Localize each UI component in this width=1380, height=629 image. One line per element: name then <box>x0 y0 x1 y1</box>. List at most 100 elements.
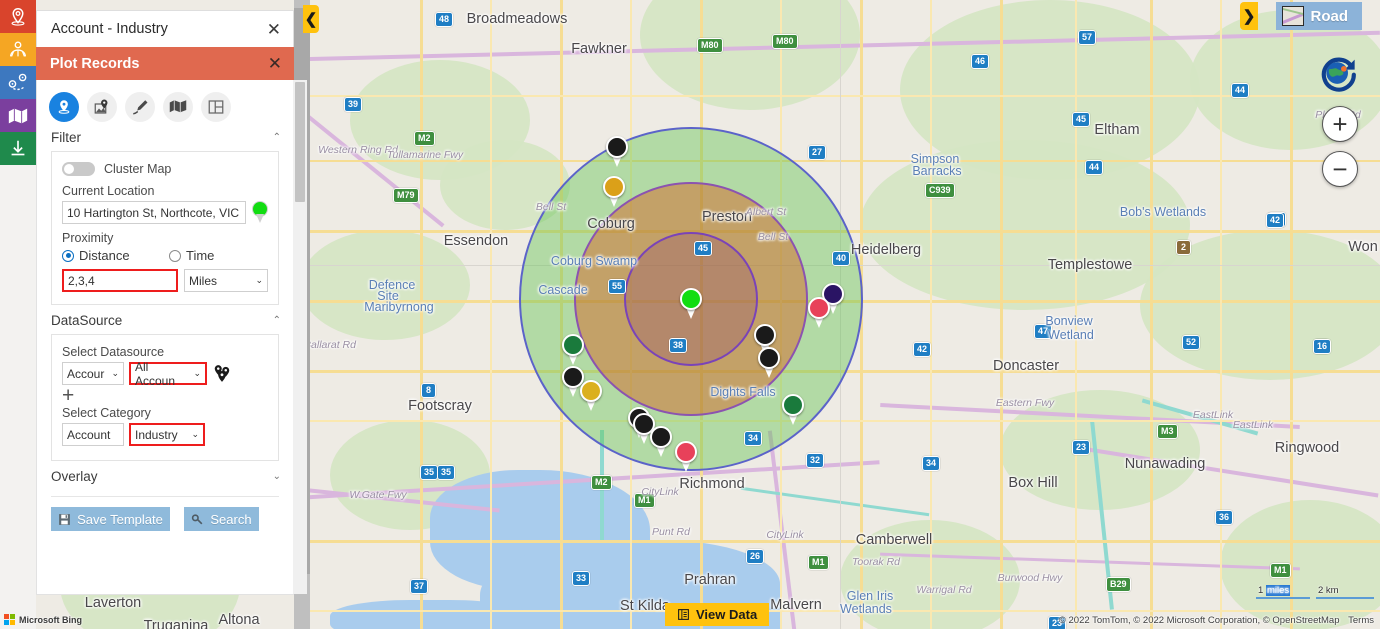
map-pin[interactable] <box>562 334 584 365</box>
datasource-section-header[interactable]: DataSource ⌃ <box>37 305 293 334</box>
sidebar-item-territory[interactable] <box>0 33 36 66</box>
radio-time[interactable]: Time <box>169 248 214 263</box>
map-type-button[interactable]: Road <box>1275 2 1362 30</box>
tab-plot-image[interactable] <box>87 92 117 122</box>
plot-records-header: Plot Records ✕ <box>36 47 294 80</box>
panel-scrollbar[interactable] <box>293 80 307 594</box>
route-shield: 45 <box>1072 112 1091 127</box>
bing-label: Microsoft Bing <box>19 614 82 625</box>
page-title: Account - Industry <box>51 21 168 37</box>
route-shield: 48 <box>435 12 454 27</box>
route-shield: 8 <box>421 383 436 398</box>
route-shield: 46 <box>971 54 990 69</box>
route-shield: 35 <box>420 465 439 480</box>
tab-plot-records[interactable] <box>49 92 79 122</box>
route-shield: 36 <box>1215 510 1234 525</box>
datasource-section-label: DataSource <box>51 313 123 328</box>
plot-records-close-icon[interactable]: ✕ <box>268 55 282 72</box>
terms-link[interactable]: Terms <box>1348 615 1374 626</box>
scale-bar: 1 miles 2 km <box>1256 585 1374 607</box>
route-shield: C939 <box>925 183 955 198</box>
overlay-section-header[interactable]: Overlay ⌄ <box>37 461 293 490</box>
current-location-row <box>62 201 268 224</box>
tab-draw[interactable] <box>125 92 155 122</box>
tab-heat-map[interactable] <box>163 92 193 122</box>
reset-view-button[interactable] <box>1318 53 1358 93</box>
select-category-label: Select Category <box>62 406 151 420</box>
view-data-label: View Data <box>696 607 758 622</box>
map-pin[interactable] <box>680 288 702 319</box>
locate-me-pin-icon[interactable] <box>252 201 268 224</box>
add-datasource-button[interactable]: + <box>62 385 268 406</box>
search-button[interactable]: Search <box>184 507 259 531</box>
chevron-down-icon: ⌄ <box>193 368 201 378</box>
save-disk-icon <box>59 513 71 525</box>
unit-select[interactable]: Miles ⌄ <box>184 269 268 292</box>
radio-time-label: Time <box>186 248 215 263</box>
expand-maptype-button[interactable]: ❯ <box>1240 2 1258 30</box>
heat-map-icon <box>169 100 187 113</box>
map-pin[interactable] <box>606 136 628 167</box>
route-shield: 26 <box>746 549 765 564</box>
chevron-left-icon: ❮ <box>304 10 318 28</box>
left-icon-rail <box>0 0 36 629</box>
route-shield: 52 <box>1182 335 1201 350</box>
map-label: Richmond <box>679 476 745 492</box>
sidebar-item-regions[interactable] <box>0 99 36 132</box>
filter-section-header[interactable]: Filter ⌃ <box>37 122 293 151</box>
table-list-icon <box>678 609 689 620</box>
map-attribution: © 2022 TomTom, © 2022 Microsoft Corporat… <box>1059 615 1374 626</box>
route-shield: M3 <box>1157 424 1178 439</box>
sidebar-item-plot-records[interactable] <box>0 0 36 33</box>
radio-distance[interactable]: Distance <box>62 248 169 263</box>
view-select[interactable]: All Accoun ⌄ <box>129 360 207 388</box>
scrollbar-thumb[interactable] <box>295 82 305 202</box>
bing-squares-icon <box>4 614 15 625</box>
save-template-button[interactable]: Save Template <box>51 507 170 531</box>
tab-layout[interactable] <box>201 92 231 122</box>
map-pin[interactable] <box>603 176 625 207</box>
zoom-out-button[interactable]: − <box>1322 151 1358 187</box>
entity-select[interactable]: Accour ⌄ <box>62 362 124 385</box>
map-pin[interactable] <box>758 347 780 378</box>
map-pin[interactable] <box>580 380 602 411</box>
collapse-panel-button[interactable]: ❮ <box>303 5 319 33</box>
panel-toolbar <box>37 88 293 122</box>
zoom-in-button[interactable]: + <box>1322 106 1358 142</box>
zoom-in-label: + <box>1332 109 1348 139</box>
current-location-input[interactable] <box>62 201 246 224</box>
distance-input[interactable] <box>62 269 178 292</box>
category-entity-value: Account <box>67 427 111 442</box>
cluster-map-toggle[interactable] <box>62 162 95 176</box>
map-pin[interactable] <box>675 441 697 472</box>
route-shield: 23 <box>1072 440 1091 455</box>
cluster-map-row: Cluster Map <box>62 162 268 176</box>
unit-select-value: Miles <box>189 273 218 288</box>
proximity-label: Proximity <box>62 231 114 245</box>
route-shield: 44 <box>1231 83 1250 98</box>
location-pin-icon <box>58 100 70 114</box>
category-select[interactable]: Industry ⌄ <box>129 423 205 446</box>
close-icon[interactable]: ✕ <box>267 21 281 38</box>
route-shield: 57 <box>1078 30 1097 45</box>
map-type-label: Road <box>1310 7 1349 25</box>
sidebar-item-export[interactable] <box>0 132 36 165</box>
entity-select-value: Accour <box>67 366 105 381</box>
chevron-up-icon: ⌃ <box>272 132 281 143</box>
proximity-mode-group: Distance Time <box>62 248 268 263</box>
map-pin[interactable] <box>808 297 830 328</box>
bing-logo[interactable]: Microsoft Bing <box>4 614 82 625</box>
map-pin[interactable] <box>650 426 672 457</box>
view-data-button[interactable]: View Data <box>665 603 770 626</box>
chevron-down-icon: ⌄ <box>111 368 119 378</box>
route-shield: B29 <box>1106 577 1131 592</box>
pin-image-icon <box>94 99 108 114</box>
plot-datasource-icon[interactable] <box>212 363 232 384</box>
route-shield: 2 <box>1176 240 1191 255</box>
sidebar-item-route[interactable] <box>0 66 36 99</box>
map-label: Broadmeadows <box>466 11 568 27</box>
map-pin[interactable] <box>782 394 804 425</box>
filter-section-label: Filter <box>51 130 81 145</box>
route-shield: M80 <box>697 38 723 53</box>
attribution-text: © 2022 TomTom, © 2022 Microsoft Corporat… <box>1058 615 1340 626</box>
